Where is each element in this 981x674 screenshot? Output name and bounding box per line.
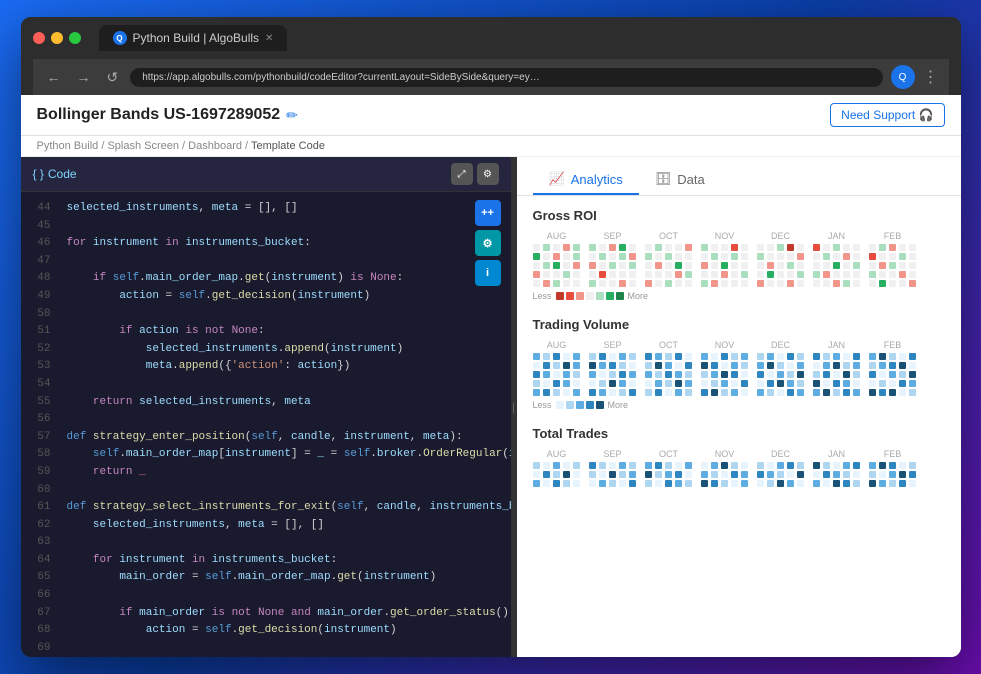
month-oct-trades: OCT <box>645 449 693 487</box>
browser-titlebar: Q Python Build | AlgoBulls ✕ <box>33 25 949 51</box>
tab-favicon: Q <box>113 31 127 45</box>
total-trades-title: Total Trades <box>533 426 945 441</box>
reload-button[interactable]: ↺ <box>103 67 123 88</box>
month-sep-vol: SEP <box>589 340 637 396</box>
total-trades-section: Total Trades AUG <box>533 426 945 487</box>
forward-button[interactable]: → <box>73 67 95 87</box>
month-nov-roi: NOV <box>701 231 749 287</box>
vol-legend-less: Less <box>533 400 552 410</box>
analytics-content[interactable]: Gross ROI AUG <box>517 196 961 657</box>
browser-tab[interactable]: Q Python Build | AlgoBulls ✕ <box>99 25 288 51</box>
tab-title: Python Build | AlgoBulls <box>133 31 260 45</box>
code-actions: ⤢ ⚙ <box>451 163 499 185</box>
gross-roi-section: Gross ROI AUG <box>533 208 945 301</box>
code-editor: 4445464748 4950515253 5455565758 5960616… <box>21 192 511 657</box>
breadcrumb-dashboard[interactable]: Dashboard <box>188 140 242 152</box>
code-content[interactable]: selected_instruments, meta = [], [] for … <box>57 192 511 657</box>
gross-roi-title: Gross ROI <box>533 208 945 223</box>
minimize-button[interactable] <box>51 32 63 44</box>
settings-button[interactable]: ⚙ <box>477 163 499 185</box>
browser-chrome: Q Python Build | AlgoBulls ✕ ← → ↺ https… <box>21 17 961 95</box>
main-layout: { } Code ⤢ ⚙ 4445464748 4950515253 54555… <box>21 157 961 657</box>
month-sep-roi: SEP <box>589 231 637 287</box>
gross-roi-heatmap: AUG SEP <box>533 231 945 287</box>
total-trades-heatmap: AUG SEP <box>533 449 945 487</box>
legend-less-label: Less <box>533 291 552 301</box>
month-sep-trades: SEP <box>589 449 637 487</box>
browser-window: Q Python Build | AlgoBulls ✕ ← → ↺ https… <box>21 17 961 657</box>
tab-analytics[interactable]: 📈 Analytics <box>533 165 639 195</box>
month-feb-trades: FEB <box>869 449 917 487</box>
data-tab-label: Data <box>677 172 704 187</box>
analytics-tab-icon: 📈 <box>549 171 565 187</box>
line-numbers: 4445464748 4950515253 5455565758 5960616… <box>21 192 57 657</box>
code-panel-header: { } Code ⤢ ⚙ <box>21 157 511 192</box>
trading-volume-heatmap: AUG SEP <box>533 340 945 396</box>
month-jan-vol: JAN <box>813 340 861 396</box>
month-dec-vol: DEC <box>757 340 805 396</box>
analytics-tabs: 📈 Analytics 🗄 Data <box>517 157 961 196</box>
month-oct-vol: OCT <box>645 340 693 396</box>
month-aug-vol: AUG <box>533 340 581 396</box>
legend-more-label: More <box>628 291 649 301</box>
roi-legend-cells <box>556 292 624 300</box>
maximize-button[interactable] <box>69 32 81 44</box>
code-tab-label: Code <box>48 167 77 181</box>
breadcrumb-python-build[interactable]: Python Build <box>37 140 99 152</box>
gross-roi-legend: Less More <box>533 291 945 301</box>
vol-legend-more: More <box>608 400 629 410</box>
month-jan-trades: JAN <box>813 449 861 487</box>
breadcrumb-splash-screen[interactable]: Splash Screen <box>107 140 179 152</box>
breadcrumb: Python Build / Splash Screen / Dashboard… <box>21 136 961 157</box>
browser-toolbar: ← → ↺ https://app.algobulls.com/pythonbu… <box>33 59 949 95</box>
vol-legend-cells <box>556 401 604 409</box>
trading-volume-section: Trading Volume AUG <box>533 317 945 410</box>
month-nov-vol: NOV <box>701 340 749 396</box>
analytics-tab-label: Analytics <box>571 172 623 187</box>
app-container: Bollinger Bands US-1697289052 ✏ Need Sup… <box>21 95 961 657</box>
month-nov-trades: NOV <box>701 449 749 487</box>
code-panel: { } Code ⤢ ⚙ 4445464748 4950515253 54555… <box>21 157 511 657</box>
expand-button[interactable]: ⤢ <box>451 163 473 185</box>
url-text: https://app.algobulls.com/pythonbuild/co… <box>142 72 542 83</box>
trading-volume-title: Trading Volume <box>533 317 945 332</box>
url-bar[interactable]: https://app.algobulls.com/pythonbuild/co… <box>130 68 882 87</box>
app-header: Bollinger Bands US-1697289052 ✏ Need Sup… <box>21 95 961 136</box>
month-jan-roi: JAN <box>813 231 861 287</box>
data-tab-icon: 🗄 <box>655 171 672 187</box>
settings-code-button[interactable]: ⚙ <box>475 230 501 256</box>
traffic-lights <box>33 32 81 44</box>
code-tab[interactable]: { } Code <box>33 167 77 181</box>
breadcrumb-current: Template Code <box>251 140 325 152</box>
need-support-button[interactable]: Need Support 🎧 <box>830 103 944 127</box>
header-left: Bollinger Bands US-1697289052 ✏ <box>37 106 298 124</box>
close-button[interactable] <box>33 32 45 44</box>
page-title: Bollinger Bands US-1697289052 <box>37 106 281 124</box>
user-avatar: Q <box>891 65 915 89</box>
month-feb-roi: FEB <box>869 231 917 287</box>
floating-buttons: ++ ⚙ i <box>475 200 501 286</box>
tab-data[interactable]: 🗄 Data <box>639 165 721 195</box>
edit-icon[interactable]: ✏ <box>286 107 298 124</box>
month-aug-trades: AUG <box>533 449 581 487</box>
code-tab-icon: { } <box>33 167 44 181</box>
month-oct-roi: OCT <box>645 231 693 287</box>
trading-volume-legend: Less More <box>533 400 945 410</box>
analytics-panel: 📈 Analytics 🗄 Data Gross ROI <box>517 157 961 657</box>
month-dec-trades: DEC <box>757 449 805 487</box>
browser-menu-button[interactable]: ⋮ <box>923 67 939 87</box>
info-code-button[interactable]: i <box>475 260 501 286</box>
month-feb-vol: FEB <box>869 340 917 396</box>
back-button[interactable]: ← <box>43 67 65 87</box>
tab-close-icon[interactable]: ✕ <box>265 33 273 44</box>
month-dec-roi: DEC <box>757 231 805 287</box>
add-code-button[interactable]: ++ <box>475 200 501 226</box>
month-aug-roi: AUG <box>533 231 581 287</box>
